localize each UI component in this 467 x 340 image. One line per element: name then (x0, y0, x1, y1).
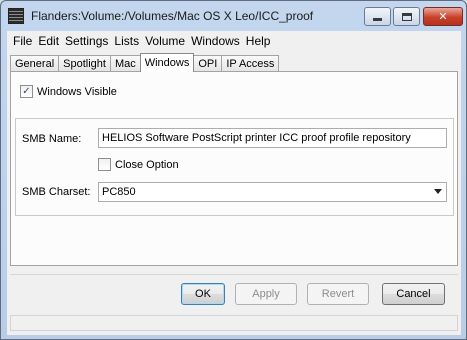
client-area: General Spotlight Mac Windows OPI IP Acc… (7, 50, 461, 335)
divider (10, 274, 458, 275)
menu-windows[interactable]: Windows (188, 34, 243, 48)
chevron-down-icon (434, 189, 442, 194)
windows-visible-label: Windows Visible (37, 85, 117, 98)
tab-strip: General Spotlight Mac Windows OPI IP Acc… (10, 53, 280, 72)
menu-edit[interactable]: Edit (35, 34, 62, 48)
smb-charset-label: SMB Charset: (22, 186, 91, 198)
menu-settings[interactable]: Settings (62, 34, 111, 48)
minimize-icon (373, 18, 382, 21)
close-icon: ✕ (438, 10, 448, 23)
windows-visible-checkbox[interactable]: ✓ (20, 85, 33, 98)
close-option-checkbox[interactable] (98, 158, 111, 171)
menu-lists[interactable]: Lists (111, 34, 142, 48)
tab-mac[interactable]: Mac (109, 55, 141, 72)
tab-general[interactable]: General (10, 55, 60, 72)
window-title: Flanders:Volume:/Volumes/Mac OS X Leo/IC… (31, 9, 314, 23)
maximize-icon (401, 12, 412, 21)
menu-volume[interactable]: Volume (142, 34, 188, 48)
app-window: Flanders:Volume:/Volumes/Mac OS X Leo/IC… (0, 0, 467, 340)
cancel-button[interactable]: Cancel (382, 283, 445, 305)
menu-bar: File Edit Settings Lists Volume Windows … (7, 31, 461, 50)
minimize-button[interactable] (364, 7, 391, 26)
close-option-row[interactable]: Close Option (98, 158, 179, 171)
ok-button[interactable]: OK (181, 283, 225, 305)
maximize-button[interactable] (393, 7, 420, 26)
title-bar[interactable]: Flanders:Volume:/Volumes/Mac OS X Leo/IC… (1, 1, 466, 31)
tab-opi[interactable]: OPI (193, 55, 223, 72)
close-button[interactable]: ✕ (423, 7, 463, 26)
checkmark-icon: ✓ (22, 85, 31, 97)
smb-name-label: SMB Name: (22, 133, 82, 145)
windows-visible-row[interactable]: ✓ Windows Visible (20, 85, 117, 98)
tab-ip-access[interactable]: IP Access (221, 55, 280, 72)
smb-settings-group: SMB Name: HELIOS Software PostScript pri… (15, 118, 454, 216)
smb-charset-select[interactable]: PC850 (98, 182, 447, 202)
tab-spotlight[interactable]: Spotlight (58, 55, 111, 72)
helios-app-icon (8, 8, 24, 24)
menu-file[interactable]: File (10, 34, 35, 48)
menu-help[interactable]: Help (243, 34, 274, 48)
tab-windows[interactable]: Windows (139, 53, 195, 72)
status-bar (10, 315, 458, 331)
close-option-label: Close Option (115, 158, 179, 171)
smb-name-input[interactable]: HELIOS Software PostScript printer ICC p… (98, 128, 447, 148)
revert-button[interactable]: Revert (307, 283, 369, 305)
apply-button[interactable]: Apply (235, 283, 297, 305)
smb-charset-value: PC850 (102, 186, 136, 198)
windows-tab-panel: ✓ Windows Visible SMB Name: HELIOS Softw… (10, 71, 458, 266)
